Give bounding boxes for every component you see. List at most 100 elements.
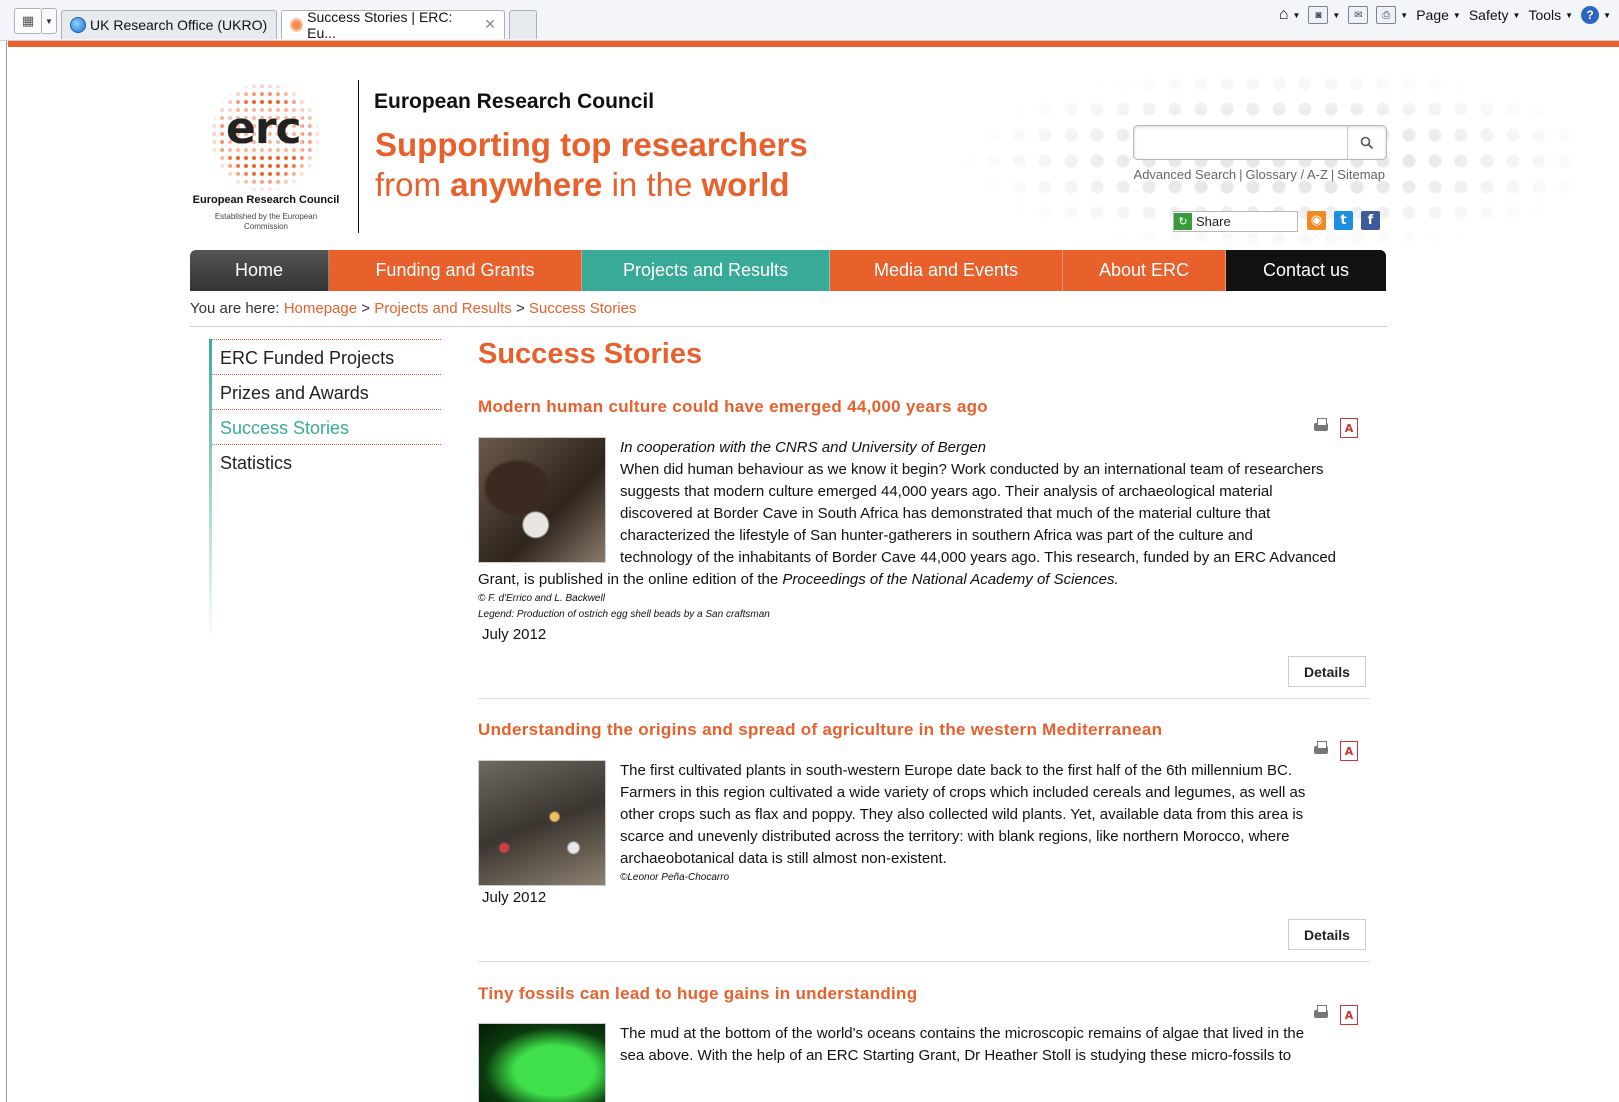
story-tools: A (1312, 1005, 1358, 1025)
nav-contact-us[interactable]: Contact us (1226, 250, 1386, 291)
share-button[interactable]: ↻ Share (1173, 211, 1298, 232)
nav-funding-and-grants[interactable]: Funding and Grants (329, 250, 582, 291)
pdf-icon[interactable]: A (1340, 418, 1358, 438)
sidebar-nav: ERC Funded Projects Prizes and Awards Su… (209, 339, 441, 641)
sidebar-item-prizes-and-awards[interactable]: Prizes and Awards (212, 374, 441, 409)
breadcrumb-divider (190, 326, 1387, 327)
mail-button[interactable]: ✉ (1348, 6, 1369, 24)
tagline-from: from (375, 166, 441, 203)
story-body: The mud at the bottom of the world's oce… (620, 1023, 1368, 1067)
breadcrumb-projects-and-results[interactable]: Projects and Results (374, 300, 512, 317)
mail-icon: ✉ (1348, 6, 1369, 24)
new-tab-button[interactable] (509, 9, 537, 39)
tagline-line2: from anywhere in the world (375, 166, 790, 204)
logo-caption: European Research Council (192, 194, 340, 206)
page-menu[interactable]: Page ▼ (1416, 7, 1461, 23)
story-subtitle: In cooperation with the CNRS and Univers… (620, 439, 987, 456)
sidebar-item-erc-funded-projects[interactable]: ERC Funded Projects (212, 339, 441, 374)
safety-menu-label: Safety (1468, 7, 1509, 23)
breadcrumb-separator: > (361, 300, 371, 317)
facebook-icon[interactable]: f (1361, 211, 1380, 230)
tagline-line1: Supporting top researchers (375, 126, 808, 163)
story-line: Farmers in this region cultivated a wide… (620, 784, 1306, 801)
sidebar-item-statistics[interactable]: Statistics (212, 444, 441, 479)
nav-home[interactable]: Home (190, 250, 329, 291)
nav-projects-and-results[interactable]: Projects and Results (582, 250, 830, 291)
search-button[interactable] (1347, 126, 1386, 159)
tools-menu[interactable]: Tools ▼ (1528, 7, 1573, 23)
breadcrumb-homepage[interactable]: Homepage (284, 300, 357, 317)
feeds-button[interactable]: ◙ ▼ (1308, 6, 1340, 24)
story-line: When did human behaviour as we know it b… (620, 461, 1324, 478)
story-line: The mud at the bottom of the world's oce… (620, 1025, 1305, 1042)
close-tab-icon[interactable]: ✕ (484, 16, 496, 33)
story-title[interactable]: Tiny fossils can lead to huge gains in u… (478, 984, 1368, 1004)
story-tools: A (1312, 741, 1358, 761)
quick-tabs-icon[interactable]: ▦ (14, 8, 42, 34)
sidebar-item-success-stories[interactable]: Success Stories (212, 409, 441, 444)
twitter-icon[interactable]: t (1334, 211, 1353, 230)
home-button[interactable]: ⌂ ▼ (1279, 6, 1301, 24)
tab-success-stories[interactable]: Success Stories | ERC: Eu... ✕ (281, 8, 505, 41)
utility-links: Advanced Search | Glossary / A-Z | Sitemap (1133, 167, 1385, 182)
story-divider (478, 961, 1370, 962)
print-icon[interactable] (1312, 418, 1330, 434)
story-wrap-line: Grant, is published in the online editio… (478, 569, 1368, 591)
story-title[interactable]: Understanding the origins and spread of … (478, 720, 1368, 740)
search-box (1133, 125, 1387, 160)
breadcrumb: You are here: Homepage > Projects and Re… (190, 300, 636, 317)
story-thumbnail[interactable] (478, 1023, 606, 1102)
tab-label: Success Stories | ERC: Eu... (307, 8, 453, 41)
browser-chrome: ▦ ▼ UK Research Office (UKRO) Success St… (0, 0, 1619, 41)
nav-about-erc[interactable]: About ERC (1063, 250, 1226, 291)
print-icon[interactable] (1312, 741, 1330, 757)
story-body: The first cultivated plants in south-wes… (620, 760, 1368, 870)
quick-tabs-dropdown[interactable]: ▼ (42, 8, 57, 34)
tagline-in-the: in the (611, 166, 693, 203)
image-credit: © F. d'Errico and L. Backwell (478, 593, 605, 604)
story-card: Understanding the origins and spread of … (478, 720, 1370, 962)
tools-menu-label: Tools (1528, 7, 1562, 23)
breadcrumb-prefix: You are here: (190, 300, 280, 317)
logo-wordmark: erc (224, 103, 303, 154)
org-name: European Research Council (374, 90, 655, 113)
story-card: Modern human culture could have emerged … (478, 397, 1370, 699)
story-title[interactable]: Modern human culture could have emerged … (478, 397, 1368, 417)
story-thumbnail[interactable] (478, 760, 606, 886)
erc-favicon-icon (290, 17, 304, 32)
page-menu-label: Page (1416, 7, 1449, 23)
print-button[interactable]: ⎙ ▼ (1376, 6, 1408, 24)
tab-bar: ▦ ▼ UK Research Office (UKRO) Success St… (0, 4, 537, 41)
pdf-icon[interactable]: A (1340, 1005, 1358, 1025)
search-input[interactable] (1142, 132, 1341, 154)
story-body: In cooperation with the CNRS and Univers… (620, 437, 1368, 569)
sitemap-link[interactable]: Sitemap (1337, 167, 1385, 182)
story-line: archaeobotanical data is still almost no… (620, 850, 947, 867)
erc-logo[interactable]: erc European Research Council Establishe… (190, 78, 342, 238)
story-line: suggests that modern culture emerged 44,… (620, 483, 1273, 500)
tab-ukro[interactable]: UK Research Office (UKRO) (61, 9, 277, 39)
story-thumbnail[interactable] (478, 437, 606, 563)
nav-media-and-events[interactable]: Media and Events (830, 250, 1063, 291)
header-accent-bar (8, 41, 1619, 47)
help-button[interactable]: ? ▼ (1581, 6, 1611, 24)
story-tools: A (1312, 418, 1358, 438)
print-icon[interactable] (1312, 1005, 1330, 1021)
breadcrumb-success-stories[interactable]: Success Stories (529, 300, 637, 317)
details-button[interactable]: Details (1288, 919, 1366, 950)
story-card: Tiny fossils can lead to huge gains in u… (478, 984, 1368, 1102)
story-line: other crops such as flax and poppy. They… (620, 806, 1304, 823)
printer-icon: ⎙ (1376, 6, 1397, 24)
share-icon: ↻ (1174, 213, 1192, 230)
story-date: July 2012 (482, 626, 547, 643)
rss-icon[interactable]: ◉ (1307, 211, 1326, 230)
story-line: The first cultivated plants in south-wes… (620, 762, 1293, 779)
story-line: discovered at Border Cave in South Afric… (620, 505, 1271, 522)
story-wrap-text: Grant, is published in the online editio… (478, 571, 783, 588)
safety-menu[interactable]: Safety ▼ (1469, 7, 1521, 23)
tagline-anywhere: anywhere (450, 166, 603, 203)
glossary-link[interactable]: Glossary / A-Z (1246, 167, 1328, 182)
advanced-search-link[interactable]: Advanced Search (1134, 167, 1237, 182)
pdf-icon[interactable]: A (1340, 741, 1358, 761)
details-button[interactable]: Details (1288, 656, 1366, 687)
